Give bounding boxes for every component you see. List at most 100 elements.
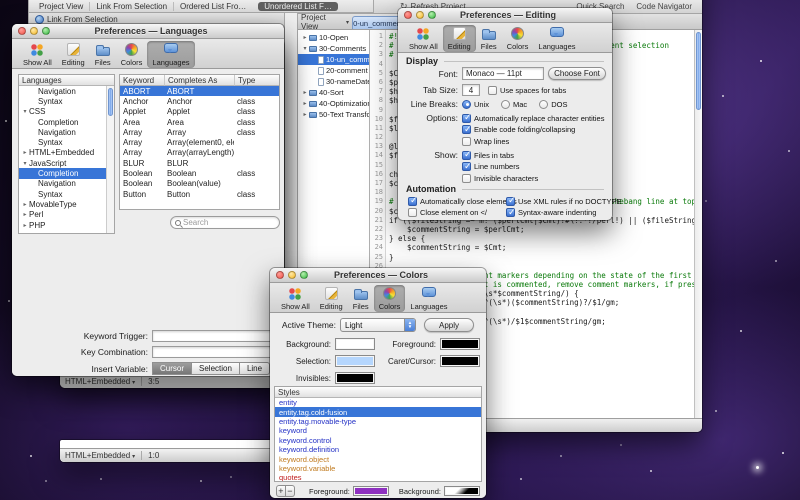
style-row[interactable]: entity.tag.movable-type <box>275 417 481 426</box>
color-well[interactable] <box>335 372 375 384</box>
sidebar-scrollbar[interactable] <box>106 86 114 233</box>
toolbar-item-link-from-selection-2[interactable]: Link From Selection <box>47 15 118 24</box>
toolbar-item-link-from-selection[interactable]: Link From Selection <box>89 2 173 11</box>
toolbar-item[interactable]: Editing <box>57 41 90 68</box>
show-checkbox-row[interactable]: Line numbers <box>462 162 538 172</box>
zoom-button[interactable] <box>300 271 308 279</box>
zoom-button[interactable] <box>428 11 436 19</box>
toolbar-item[interactable]: Colors <box>374 285 406 312</box>
toolbar-item[interactable]: Editing <box>443 25 476 52</box>
toolbar-item[interactable]: Files <box>348 285 374 312</box>
automation-checkbox-row[interactable]: Automatically close elements <box>408 196 517 206</box>
insert-variable-segment[interactable]: Line <box>240 362 270 375</box>
language-tree-item[interactable]: Syntax <box>19 96 106 106</box>
disclosure-triangle-icon[interactable]: ▸ <box>301 100 309 107</box>
preferences-editing-window[interactable]: Preferences — Editing Show All Editing F… <box>398 8 612 220</box>
close-button[interactable] <box>404 11 412 19</box>
color-well[interactable] <box>335 355 375 367</box>
tab-size-field[interactable] <box>462 84 480 96</box>
tree-item[interactable]: ▸ 10-Open <box>298 32 369 43</box>
code-navigator-button[interactable]: Code Navigator <box>636 2 692 11</box>
style-row[interactable]: keyword.definition <box>275 445 481 454</box>
language-tree-item[interactable]: ▾ JavaScript <box>19 158 106 168</box>
radio-button[interactable] <box>539 100 548 109</box>
keyword-table-row[interactable]: Button Button class <box>120 189 279 199</box>
keyword-table-row[interactable]: Area Area class <box>120 117 279 127</box>
close-button[interactable] <box>18 27 26 35</box>
line-break-radio-option[interactable]: Mac <box>501 99 527 109</box>
active-theme-popup[interactable]: Light ▲▼ <box>340 318 416 332</box>
toolbar-item[interactable]: Files <box>90 41 116 68</box>
option-checkbox-row[interactable]: Automatically replace character entities <box>462 113 604 123</box>
automation-checkbox-row[interactable]: Use XML rules if no DOCTYPE <box>506 196 622 206</box>
language-tree-item[interactable]: ▸ PHP <box>19 220 106 230</box>
tree-item[interactable]: 20-comment <box>298 65 369 76</box>
style-row[interactable]: entity.tag.cold-fusion <box>275 407 481 416</box>
tree-item[interactable]: ▸ 40-Sort <box>298 87 369 98</box>
keyword-table-row[interactable]: ABORT ABORT <box>120 86 279 96</box>
minimize-button[interactable] <box>416 11 424 19</box>
editor-scrollbar[interactable] <box>694 30 702 418</box>
scrollbar-thumb[interactable] <box>696 32 701 110</box>
background-color-well[interactable] <box>444 486 480 496</box>
preferences-languages-window[interactable]: Preferences — Languages Show All Editing… <box>12 24 284 376</box>
language-tree-item[interactable]: ▸ MovableType <box>19 199 106 209</box>
keyword-table-row[interactable]: Array Array(arrayLength) <box>120 148 279 158</box>
disclosure-triangle-icon[interactable]: ▾ <box>301 45 309 52</box>
checkbox[interactable] <box>506 197 515 206</box>
disclosure-triangle-icon[interactable]: ▾ <box>21 108 29 115</box>
titlebar[interactable]: Preferences — Colors <box>270 268 486 283</box>
language-tree-item[interactable]: Completion <box>19 168 106 178</box>
language-tree-item[interactable]: Navigation <box>19 127 106 137</box>
color-well[interactable] <box>335 338 375 350</box>
style-row[interactable]: entity <box>275 398 481 407</box>
insert-variable-segment[interactable]: Selection <box>192 362 240 375</box>
scrollbar-thumb[interactable] <box>108 88 113 116</box>
apply-button[interactable]: Apply <box>424 318 474 332</box>
project-view-popup[interactable]: Project View <box>298 14 352 29</box>
titlebar[interactable]: Preferences — Editing <box>398 8 612 23</box>
keyword-table-row[interactable]: Applet Applet class <box>120 107 279 117</box>
language-tree-item[interactable]: ▸ Perl <box>19 210 106 220</box>
remove-style-button[interactable]: − <box>286 485 295 497</box>
color-well[interactable] <box>440 338 480 350</box>
checkbox[interactable] <box>506 208 515 217</box>
checkbox[interactable] <box>462 174 471 183</box>
disclosure-triangle-icon[interactable]: ▸ <box>21 149 29 156</box>
toolbar-item[interactable]: Show All <box>18 41 57 68</box>
toolbar-item[interactable]: Colors <box>502 25 534 52</box>
choose-font-button[interactable]: Choose Font <box>548 67 606 80</box>
keyword-table-row[interactable]: BLUR BLUR <box>120 158 279 168</box>
toolbar-item[interactable]: Show All <box>276 285 315 312</box>
tree-item[interactable]: 10-un_comment <box>298 54 369 65</box>
toolbar-item[interactable]: Languages <box>147 41 194 68</box>
line-break-radio-option[interactable]: Unix <box>462 99 489 109</box>
language-tree-item[interactable]: Navigation <box>19 86 106 96</box>
tree-item[interactable]: ▸ 40-Optimization <box>298 98 369 109</box>
zoom-button[interactable] <box>42 27 50 35</box>
key-combination-field[interactable] <box>152 346 278 358</box>
document-window-bottom[interactable]: HTML+Embedded 1:0 <box>60 440 277 462</box>
line-break-radio-option[interactable]: DOS <box>539 99 567 109</box>
insert-variable-segment[interactable]: Cursor <box>152 362 192 375</box>
add-style-button[interactable]: + <box>276 485 286 497</box>
keyword-table-row[interactable]: Array Array class <box>120 127 279 137</box>
toolbar-item[interactable]: Files <box>476 25 502 52</box>
minimize-button[interactable] <box>288 271 296 279</box>
toolbar-item-project-view[interactable]: Project View <box>33 2 89 11</box>
column-header-type[interactable]: Type <box>234 75 279 86</box>
checkbox[interactable] <box>462 151 471 160</box>
preferences-colors-window[interactable]: Preferences — Colors Show All Editing Fi… <box>270 268 486 498</box>
style-row[interactable]: keyword.object <box>275 454 481 463</box>
toolbar-item-unordered-list[interactable]: Unordered List F… <box>258 2 338 11</box>
toolbar-item[interactable]: Show All <box>404 25 443 52</box>
close-button[interactable] <box>276 271 284 279</box>
show-checkbox-row[interactable]: Invisible characters <box>462 173 538 183</box>
show-checkbox-row[interactable]: Files in tabs <box>462 150 538 160</box>
keyword-table-row[interactable]: Array Array(element0, eleme… <box>120 137 279 147</box>
disclosure-triangle-icon[interactable]: ▸ <box>301 111 309 118</box>
automation-checkbox-row[interactable]: Syntax-aware indenting <box>506 208 622 218</box>
style-row[interactable]: keyword.control <box>275 436 481 445</box>
style-row[interactable]: keyword <box>275 426 481 435</box>
radio-button[interactable] <box>462 100 471 109</box>
